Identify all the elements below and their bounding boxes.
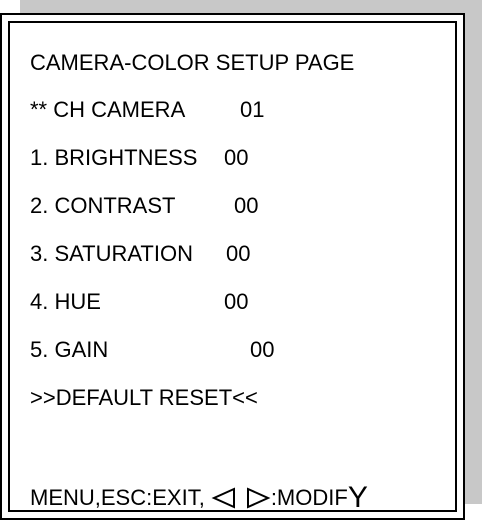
default-reset-item[interactable]: >>DEFAULT RESET<<: [30, 385, 258, 411]
left-triangle-icon: [211, 487, 235, 509]
page-title: CAMERA-COLOR SETUP PAGE: [30, 50, 355, 75]
channel-label: ** CH CAMERA: [30, 97, 186, 122]
footer-hint: MENU,ESC:EXIT, :MODIF Y: [30, 483, 368, 513]
menu-item-value: 00: [224, 289, 249, 314]
menu-item-value: 00: [250, 337, 275, 362]
menu-item-label: 2. CONTRAST: [30, 193, 176, 218]
footer-suffix: :MODIF: [270, 485, 348, 510]
menu-item-contrast[interactable]: 2. CONTRAST 00: [30, 193, 450, 219]
menu-item-gain[interactable]: 5. GAIN 00: [30, 337, 450, 363]
menu-item-label: 1. BRIGHTNESS: [30, 145, 198, 170]
right-triangle-icon: [246, 487, 271, 509]
menu-item-brightness[interactable]: 1. BRIGHTNESS 00: [30, 145, 450, 171]
menu-item-hue[interactable]: 4. HUE 00: [30, 289, 450, 315]
menu-item-value: 00: [224, 145, 249, 170]
footer-last-char: Y: [347, 481, 368, 514]
menu-item-label: 4. HUE: [30, 289, 101, 314]
menu-item-label: 3. SATURATION: [30, 241, 193, 266]
menu-item-value: 00: [234, 193, 259, 218]
footer-prefix: MENU,ESC:EXIT,: [30, 485, 205, 510]
setup-window-outer-frame: CAMERA-COLOR SETUP PAGE ** CH CAMERA 01 …: [0, 13, 465, 520]
menu-item-label: 5. GAIN: [30, 337, 109, 362]
channel-row[interactable]: ** CH CAMERA 01: [30, 97, 450, 123]
channel-value: 01: [240, 97, 265, 122]
osd-screen: CAMERA-COLOR SETUP PAGE ** CH CAMERA 01 …: [0, 0, 483, 524]
menu-item-value: 00: [226, 241, 251, 266]
menu-item-saturation[interactable]: 3. SATURATION 00: [30, 241, 450, 267]
